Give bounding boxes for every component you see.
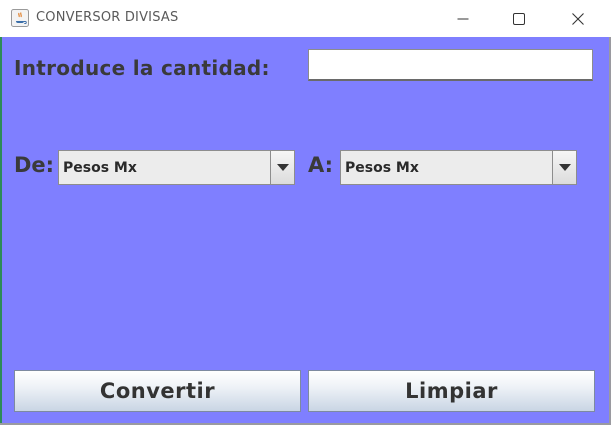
minimize-icon [457,18,469,19]
amount-input[interactable] [308,49,593,81]
content-panel [2,37,609,423]
clear-button[interactable]: Limpiar [308,370,595,412]
java-app-icon [11,9,29,27]
to-currency-value: Pesos Mx [345,160,419,176]
from-currency-value: Pesos Mx [63,160,137,176]
from-currency-dropdown-button[interactable] [270,151,294,184]
to-currency-select[interactable]: Pesos Mx [340,150,577,185]
maximize-button[interactable] [496,0,542,37]
from-currency-label: De: [14,153,55,177]
app-window: CONVERSOR DIVISAS Introduce la cantidad:… [0,0,611,425]
close-button[interactable] [555,0,601,37]
amount-label: Introduce la cantidad: [14,56,270,80]
title-bar[interactable]: CONVERSOR DIVISAS [0,0,611,37]
chevron-down-icon [558,163,571,171]
maximize-icon [513,12,525,25]
to-currency-dropdown-button[interactable] [552,151,576,184]
from-currency-select[interactable]: Pesos Mx [58,150,295,185]
chevron-down-icon [276,163,289,171]
minimize-button[interactable] [440,0,486,37]
to-currency-label: A: [308,153,334,177]
close-icon [572,12,584,25]
convert-button[interactable]: Convertir [14,370,301,412]
window-title: CONVERSOR DIVISAS [36,10,179,25]
